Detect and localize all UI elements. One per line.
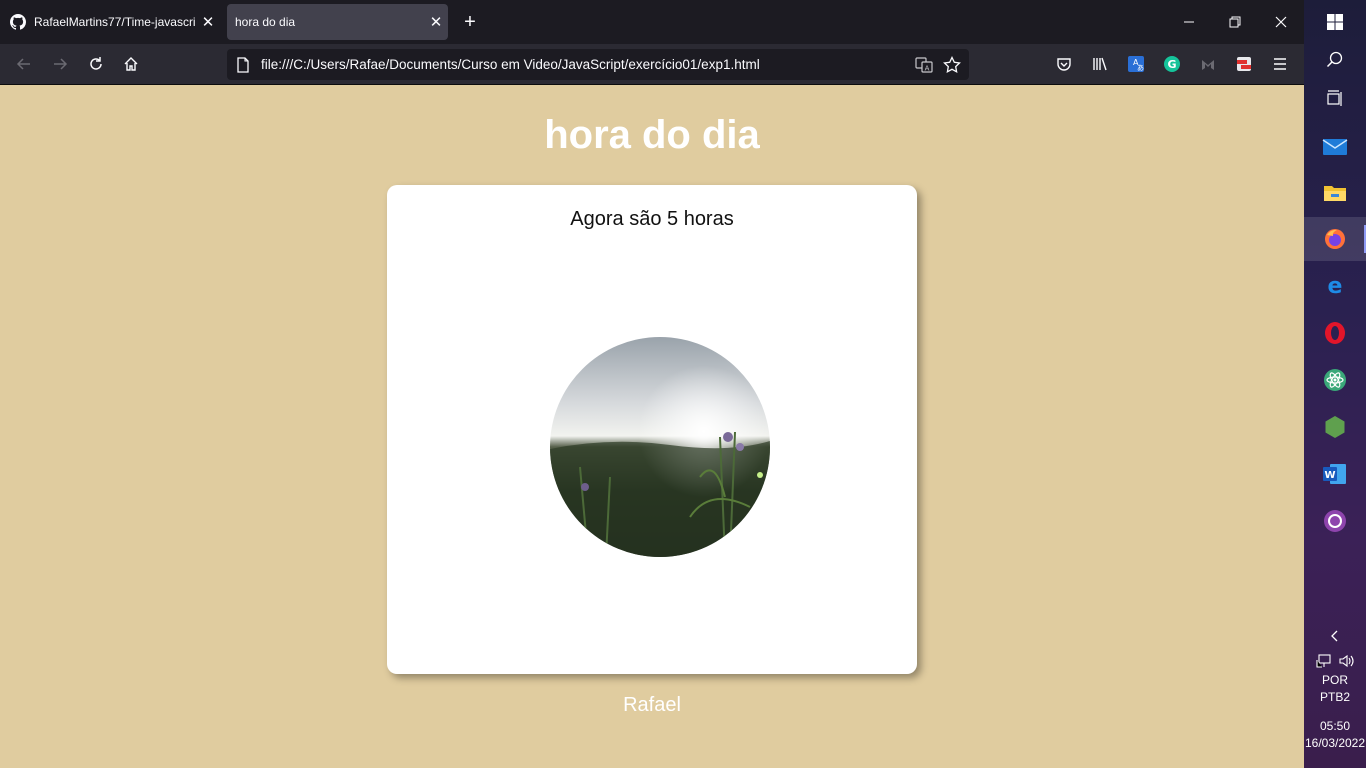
browser-window: RafaelMartins77/Time-javascript ✕ hora d… [0,0,1304,768]
search-icon[interactable] [1304,38,1366,82]
page-content: hora do dia Agora são 5 horas Rafael [0,85,1304,768]
home-button[interactable] [119,52,143,76]
malwarebytes-icon[interactable] [1196,52,1220,76]
translate-icon[interactable]: A [915,56,933,74]
file-explorer-icon[interactable] [1304,171,1366,215]
time-message: Agora são 5 horas [570,208,734,230]
close-tab-icon[interactable]: ✕ [424,13,448,31]
minimize-button[interactable] [1175,8,1203,36]
svg-text:W: W [1324,470,1335,481]
tab-github[interactable]: RafaelMartins77/Time-javascript ✕ [4,4,220,40]
forward-button[interactable] [48,52,72,76]
close-window-button[interactable] [1267,8,1295,36]
system-tray [1304,650,1366,672]
tab-title: hora do dia [235,15,296,29]
network-icon[interactable] [1315,654,1332,668]
address-bar[interactable]: file:///C:/Users/Rafae/Documents/Curso e… [227,49,969,80]
field-photo [550,337,770,557]
tab-hora-do-dia[interactable]: hora do dia ✕ [227,4,448,40]
edge-icon[interactable]: e [1304,264,1366,308]
navigation-toolbar: file:///C:/Users/Rafae/Documents/Curso e… [0,44,1304,85]
github-icon [10,14,26,30]
svg-text:A: A [925,65,930,73]
firefox-icon[interactable] [1304,217,1366,261]
page-icon [234,56,252,74]
pocket-icon[interactable] [1052,52,1076,76]
grammarly-icon[interactable]: G [1160,52,1184,76]
volume-icon[interactable] [1338,654,1355,668]
tab-bar: RafaelMartins77/Time-javascript ✕ hora d… [0,0,1304,44]
extension-icon[interactable] [1232,52,1256,76]
svg-text:e: e [1328,274,1343,298]
task-view-icon[interactable] [1304,77,1366,121]
restore-button[interactable] [1221,8,1249,36]
bookmark-star-icon[interactable] [943,56,961,74]
atom-icon[interactable] [1304,358,1366,402]
keyboard-layout[interactable]: PTB2 [1304,690,1366,704]
language-indicator[interactable]: POR [1304,673,1366,687]
clock-date[interactable]: 16/03/2022 [1304,736,1366,750]
new-tab-button[interactable]: + [458,10,482,34]
mail-icon[interactable] [1304,125,1366,169]
translate-extension-icon[interactable]: Aあ [1124,52,1148,76]
svg-text:G: G [1167,58,1176,71]
content-card: Agora são 5 horas [387,185,917,674]
svg-text:あ: あ [1137,64,1144,72]
opera-icon[interactable] [1304,311,1366,355]
nodejs-icon[interactable] [1304,405,1366,449]
tab-title: RafaelMartins77/Time-javascript [34,15,196,29]
author-name: Rafael [623,694,681,716]
windows-taskbar: e W POR PTB2 05:50 16/03/2022 [1304,0,1366,768]
clock-time[interactable]: 05:50 [1304,719,1366,733]
word-icon[interactable]: W [1304,452,1366,496]
page-title: hora do dia [544,113,760,157]
close-tab-icon[interactable]: ✕ [196,13,220,31]
library-icon[interactable] [1088,52,1112,76]
menu-icon[interactable] [1268,52,1292,76]
back-button[interactable] [12,52,36,76]
reload-button[interactable] [84,52,108,76]
url-text[interactable]: file:///C:/Users/Rafae/Documents/Curso e… [261,57,760,72]
github-desktop-icon[interactable] [1304,499,1366,543]
